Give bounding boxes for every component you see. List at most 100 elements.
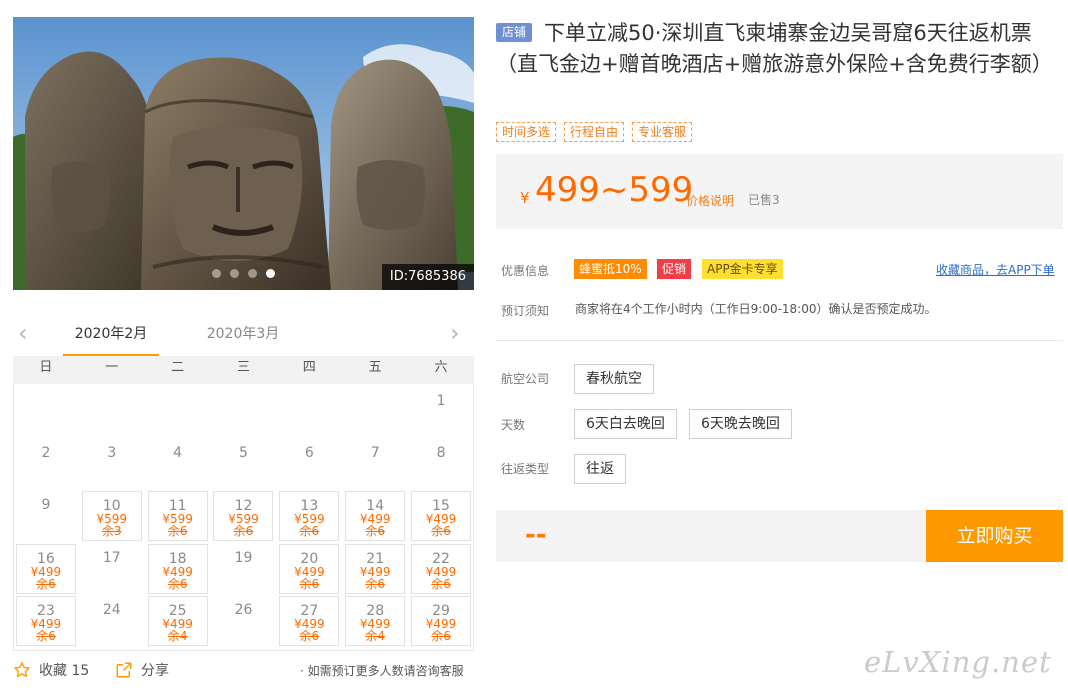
calendar-day[interactable]: 18 ¥499 余6 — [147, 543, 208, 594]
group-booking-note: · 如需预订更多人数请咨询客服 — [300, 664, 464, 678]
day-remaining: 余6 — [167, 524, 188, 539]
calendar-day: 7 — [345, 439, 405, 489]
day-price: ¥499 — [425, 564, 457, 579]
day-number: 17 — [102, 549, 121, 566]
days-label: 天数 — [501, 418, 526, 432]
tab-month-mar[interactable]: 2020年3月 — [195, 321, 291, 357]
day-price: ¥499 — [30, 564, 62, 579]
day-price: ¥499 — [30, 616, 62, 631]
day-number: 22 — [432, 550, 450, 567]
share-icon — [116, 662, 132, 678]
calendar-day[interactable]: 20 ¥499 余6 — [279, 543, 340, 594]
day-remaining: 余6 — [233, 524, 254, 539]
calendar-day: 3 — [82, 439, 142, 489]
booking-label: 预订须知 — [501, 304, 550, 318]
price-range: 499~599 — [535, 170, 694, 210]
calendar-day[interactable]: 27 ¥499 余6 — [279, 595, 340, 646]
calendar-day[interactable]: 12 ¥599 余6 — [213, 491, 274, 542]
promo-sale-badge: 促销 — [657, 259, 692, 279]
day-number: 9 — [41, 497, 51, 514]
price-explain-link[interactable]: 价格说明 — [686, 192, 734, 209]
day-number: 5 — [239, 445, 248, 462]
day-number: 8 — [436, 445, 446, 462]
day-remaining: 余6 — [431, 628, 451, 643]
tag-free-itinerary: 行程自由 — [564, 122, 625, 142]
day-number: 7 — [370, 445, 380, 462]
chevron-right-icon[interactable]: › — [450, 318, 460, 348]
day-remaining: 余4 — [167, 628, 188, 643]
share-button[interactable]: 分享 — [115, 660, 169, 680]
tag-pro-service: 专业客服 — [632, 122, 693, 142]
day-number: 18 — [168, 550, 187, 567]
day-remaining: 余6 — [36, 576, 56, 591]
app-order-link[interactable]: 收藏商品，去APP下单 — [936, 261, 1055, 278]
calendar-day[interactable]: 16 ¥499 余6 — [15, 543, 76, 594]
favorite-button[interactable]: 收藏 15 — [13, 660, 89, 680]
weekday-thu: 四 — [302, 360, 316, 375]
calendar-day[interactable]: 25 ¥499 余4 — [147, 595, 208, 646]
day-remaining: 余6 — [36, 628, 56, 643]
trip-type-label: 往返类型 — [501, 462, 550, 476]
day-remaining: 余6 — [299, 524, 320, 539]
price-panel: ¥ 499~599 价格说明 已售3 — [496, 154, 1063, 229]
calendar-day[interactable]: 29 ¥499 余6 — [411, 595, 472, 646]
day-price: ¥499 — [425, 616, 457, 631]
airline-option-chunqiu[interactable]: 春秋航空 — [574, 364, 654, 394]
calendar-day[interactable]: 11 ¥599 余6 — [147, 491, 208, 542]
carousel-dot[interactable] — [266, 269, 275, 278]
day-remaining: 余3 — [101, 524, 122, 539]
calendar-day[interactable]: 13 ¥599 余6 — [279, 491, 340, 542]
calendar-day[interactable]: 23 ¥499 余6 — [15, 595, 76, 646]
calendar-day[interactable]: 21 ¥499 余6 — [345, 543, 406, 594]
day-number: 10 — [102, 498, 121, 515]
calendar-day: 1 — [411, 387, 471, 437]
selected-price: -- — [525, 520, 547, 550]
calendar-grid: 1 2 3 4 5 6 7 8 9 10 ¥599 余3 11 ¥599 余6 12 ¥599 余6 13 ¥599 余… — [13, 384, 474, 651]
calendar-day[interactable]: 22 ¥499 余6 — [411, 543, 472, 594]
day-number: 3 — [107, 445, 117, 462]
price-currency: ¥ — [520, 189, 530, 207]
calendar-day: 2 — [16, 439, 76, 489]
booking-note: 商家将在4个工作小时内（工作日9:00-18:00）确认是否预定成功。 — [575, 302, 937, 316]
calendar-day: 17 — [82, 544, 142, 594]
calendar-day[interactable]: 10 ¥599 余3 — [81, 491, 142, 542]
sold-count: 已售3 — [748, 193, 780, 207]
day-number: 4 — [173, 445, 183, 462]
product-photo[interactable]: ID:7685386 — [13, 17, 474, 290]
calendar-day[interactable]: 14 ¥499 余6 — [345, 491, 406, 542]
feature-tags: 时间多选 行程自由 专业客服 — [496, 122, 693, 142]
day-number: 16 — [37, 550, 55, 567]
weekday-mon: 一 — [105, 360, 119, 375]
days-option-night-out-night-back[interactable]: 6天晚去晚回 — [689, 409, 792, 439]
promo-honey-badge: 蜂蜜抵10% — [574, 259, 647, 279]
calendar-day: 6 — [279, 439, 339, 489]
chevron-left-icon[interactable]: ‹ — [18, 318, 28, 348]
shop-badge: 店铺 — [496, 23, 533, 42]
day-number: 27 — [300, 602, 319, 619]
calendar-day: 24 — [82, 596, 142, 646]
carousel-dot[interactable] — [230, 269, 239, 278]
calendar-day[interactable]: 28 ¥499 余4 — [345, 595, 406, 646]
day-number: 11 — [168, 498, 187, 515]
calendar-day: 4 — [148, 439, 208, 489]
trip-option-round[interactable]: 往返 — [574, 454, 626, 484]
day-remaining: 余6 — [299, 628, 320, 643]
calendar-day: 5 — [213, 439, 273, 489]
carousel-dot[interactable] — [212, 269, 221, 278]
buy-now-button[interactable]: 立即购买 — [926, 510, 1063, 562]
weekday-wed: 三 — [236, 360, 250, 375]
day-number: 29 — [432, 602, 450, 619]
day-price: ¥499 — [294, 564, 325, 579]
calendar-day[interactable]: 15 ¥499 余6 — [411, 491, 472, 542]
carousel-dot[interactable] — [248, 269, 257, 278]
day-number: 28 — [366, 602, 385, 619]
weekday-sat: 六 — [434, 360, 448, 375]
product-title-text: 下单立减50·深圳直飞柬埔寨金边吴哥窟6天往返机票（直飞金边+赠首晚酒店+赠旅游… — [496, 21, 1053, 76]
days-option-day-out-night-back[interactable]: 6天白去晚回 — [574, 409, 677, 439]
day-remaining: 余6 — [299, 576, 320, 591]
weekday-tue: 二 — [171, 360, 185, 375]
day-number: 23 — [37, 602, 55, 619]
day-number: 6 — [304, 445, 314, 462]
tab-month-feb[interactable]: 2020年2月 — [63, 321, 159, 357]
calendar-day: 9 — [16, 491, 76, 541]
